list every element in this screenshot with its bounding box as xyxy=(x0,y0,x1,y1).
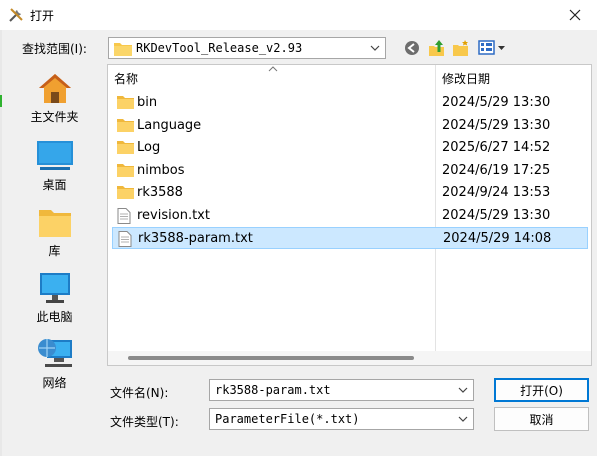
folder-icon xyxy=(117,118,134,135)
new-folder-icon xyxy=(453,40,468,56)
chevron-down-icon[interactable] xyxy=(455,382,471,398)
place-library[interactable]: 库 xyxy=(7,202,102,264)
file-date: 2024/5/29 13:30 xyxy=(442,208,551,223)
title-bar: 打开 xyxy=(0,0,597,30)
file-date: 2024/6/19 17:25 xyxy=(442,163,551,178)
folder-icon xyxy=(114,43,132,56)
folder-icon xyxy=(117,163,134,180)
list-item[interactable]: Log 2025/6/27 14:52 xyxy=(112,137,588,159)
file-date: 2024/5/29 13:30 xyxy=(442,118,551,133)
back-button[interactable] xyxy=(403,38,421,58)
column-name-label: 名称 xyxy=(114,71,139,86)
lookin-label: 查找范围(I): xyxy=(22,42,87,56)
scrollbar-thumb[interactable] xyxy=(128,356,414,360)
sort-up-icon xyxy=(268,66,278,72)
file-name: revision.txt xyxy=(137,208,210,223)
chevron-down-icon[interactable] xyxy=(367,40,383,56)
cancel-button[interactable]: 取消 xyxy=(494,407,589,431)
filetype-select[interactable]: ParameterFile(*.txt) xyxy=(209,408,474,430)
open-button[interactable]: 打开(O) xyxy=(494,378,589,402)
file-name: rk3588-param.txt xyxy=(138,231,253,246)
place-library-label: 库 xyxy=(48,244,61,258)
list-item[interactable]: nimbos 2024/6/19 17:25 xyxy=(112,160,588,182)
horizontal-scrollbar[interactable] xyxy=(108,351,591,365)
computer-icon xyxy=(39,273,70,303)
up-folder-icon xyxy=(429,40,444,56)
up-folder-button[interactable] xyxy=(428,38,446,58)
network-icon xyxy=(37,339,72,367)
list-item[interactable]: rk3588 2024/9/24 13:53 xyxy=(112,182,588,204)
file-name: Log xyxy=(137,140,161,155)
text-file-icon xyxy=(117,208,131,227)
tools-icon xyxy=(9,8,23,22)
file-list[interactable]: 名称 修改日期 bin 2024/5/29 13:30 Language 202… xyxy=(107,64,592,366)
place-home-label: 主文件夹 xyxy=(30,110,79,124)
close-icon xyxy=(569,9,581,21)
place-computer[interactable]: 此电脑 xyxy=(7,268,102,330)
home-icon xyxy=(38,74,71,103)
lookin-combo[interactable]: RKDevTool_Release_v2.93 xyxy=(108,37,386,59)
place-network-label: 网络 xyxy=(42,376,67,390)
window-title: 打开 xyxy=(30,9,55,23)
filetype-value: ParameterFile(*.txt) xyxy=(215,412,360,426)
lookin-value: RKDevTool_Release_v2.93 xyxy=(136,41,303,55)
folder-icon xyxy=(117,185,134,202)
column-date-label: 修改日期 xyxy=(442,71,491,86)
left-edge xyxy=(0,30,2,456)
view-menu-button[interactable] xyxy=(478,38,506,58)
view-menu-icon xyxy=(478,40,505,55)
file-date: 2025/6/27 14:52 xyxy=(442,140,551,155)
list-item-selected[interactable]: rk3588-param.txt 2024/5/29 14:08 xyxy=(112,227,588,249)
close-button[interactable] xyxy=(553,0,597,30)
place-desktop-label: 桌面 xyxy=(42,178,67,192)
library-icon xyxy=(38,210,71,237)
place-desktop[interactable]: 桌面 xyxy=(7,136,102,198)
filetype-label: 文件类型(T): xyxy=(110,415,179,429)
chevron-down-icon[interactable] xyxy=(455,411,471,427)
file-date: 2024/5/29 14:08 xyxy=(443,231,552,246)
filename-input[interactable]: rk3588-param.txt xyxy=(209,379,474,401)
new-folder-button[interactable] xyxy=(452,38,470,58)
filename-value: rk3588-param.txt xyxy=(215,383,331,397)
folder-icon xyxy=(117,95,134,112)
text-file-icon xyxy=(118,231,132,250)
file-name: bin xyxy=(137,95,158,110)
filename-label: 文件名(N): xyxy=(110,386,169,400)
place-network[interactable]: 网络 xyxy=(7,334,102,396)
column-header-date[interactable]: 修改日期 xyxy=(436,65,591,91)
edge-marker xyxy=(0,95,2,107)
list-item[interactable]: bin 2024/5/29 13:30 xyxy=(112,92,588,114)
places-bar: 主文件夹 桌面 库 此电脑 网络 xyxy=(7,64,102,429)
file-date: 2024/5/29 13:30 xyxy=(442,95,551,110)
file-name: nimbos xyxy=(137,163,185,178)
file-name: Language xyxy=(137,118,202,133)
folder-icon xyxy=(117,140,134,157)
file-date: 2024/9/24 13:53 xyxy=(442,185,551,200)
desktop-icon xyxy=(36,141,73,170)
place-home[interactable]: 主文件夹 xyxy=(7,68,102,130)
list-item[interactable]: Language 2024/5/29 13:30 xyxy=(112,115,588,137)
list-item[interactable]: revision.txt 2024/5/29 13:30 xyxy=(112,205,588,227)
place-computer-label: 此电脑 xyxy=(36,310,73,324)
back-icon xyxy=(405,41,419,55)
file-name: rk3588 xyxy=(137,185,183,200)
